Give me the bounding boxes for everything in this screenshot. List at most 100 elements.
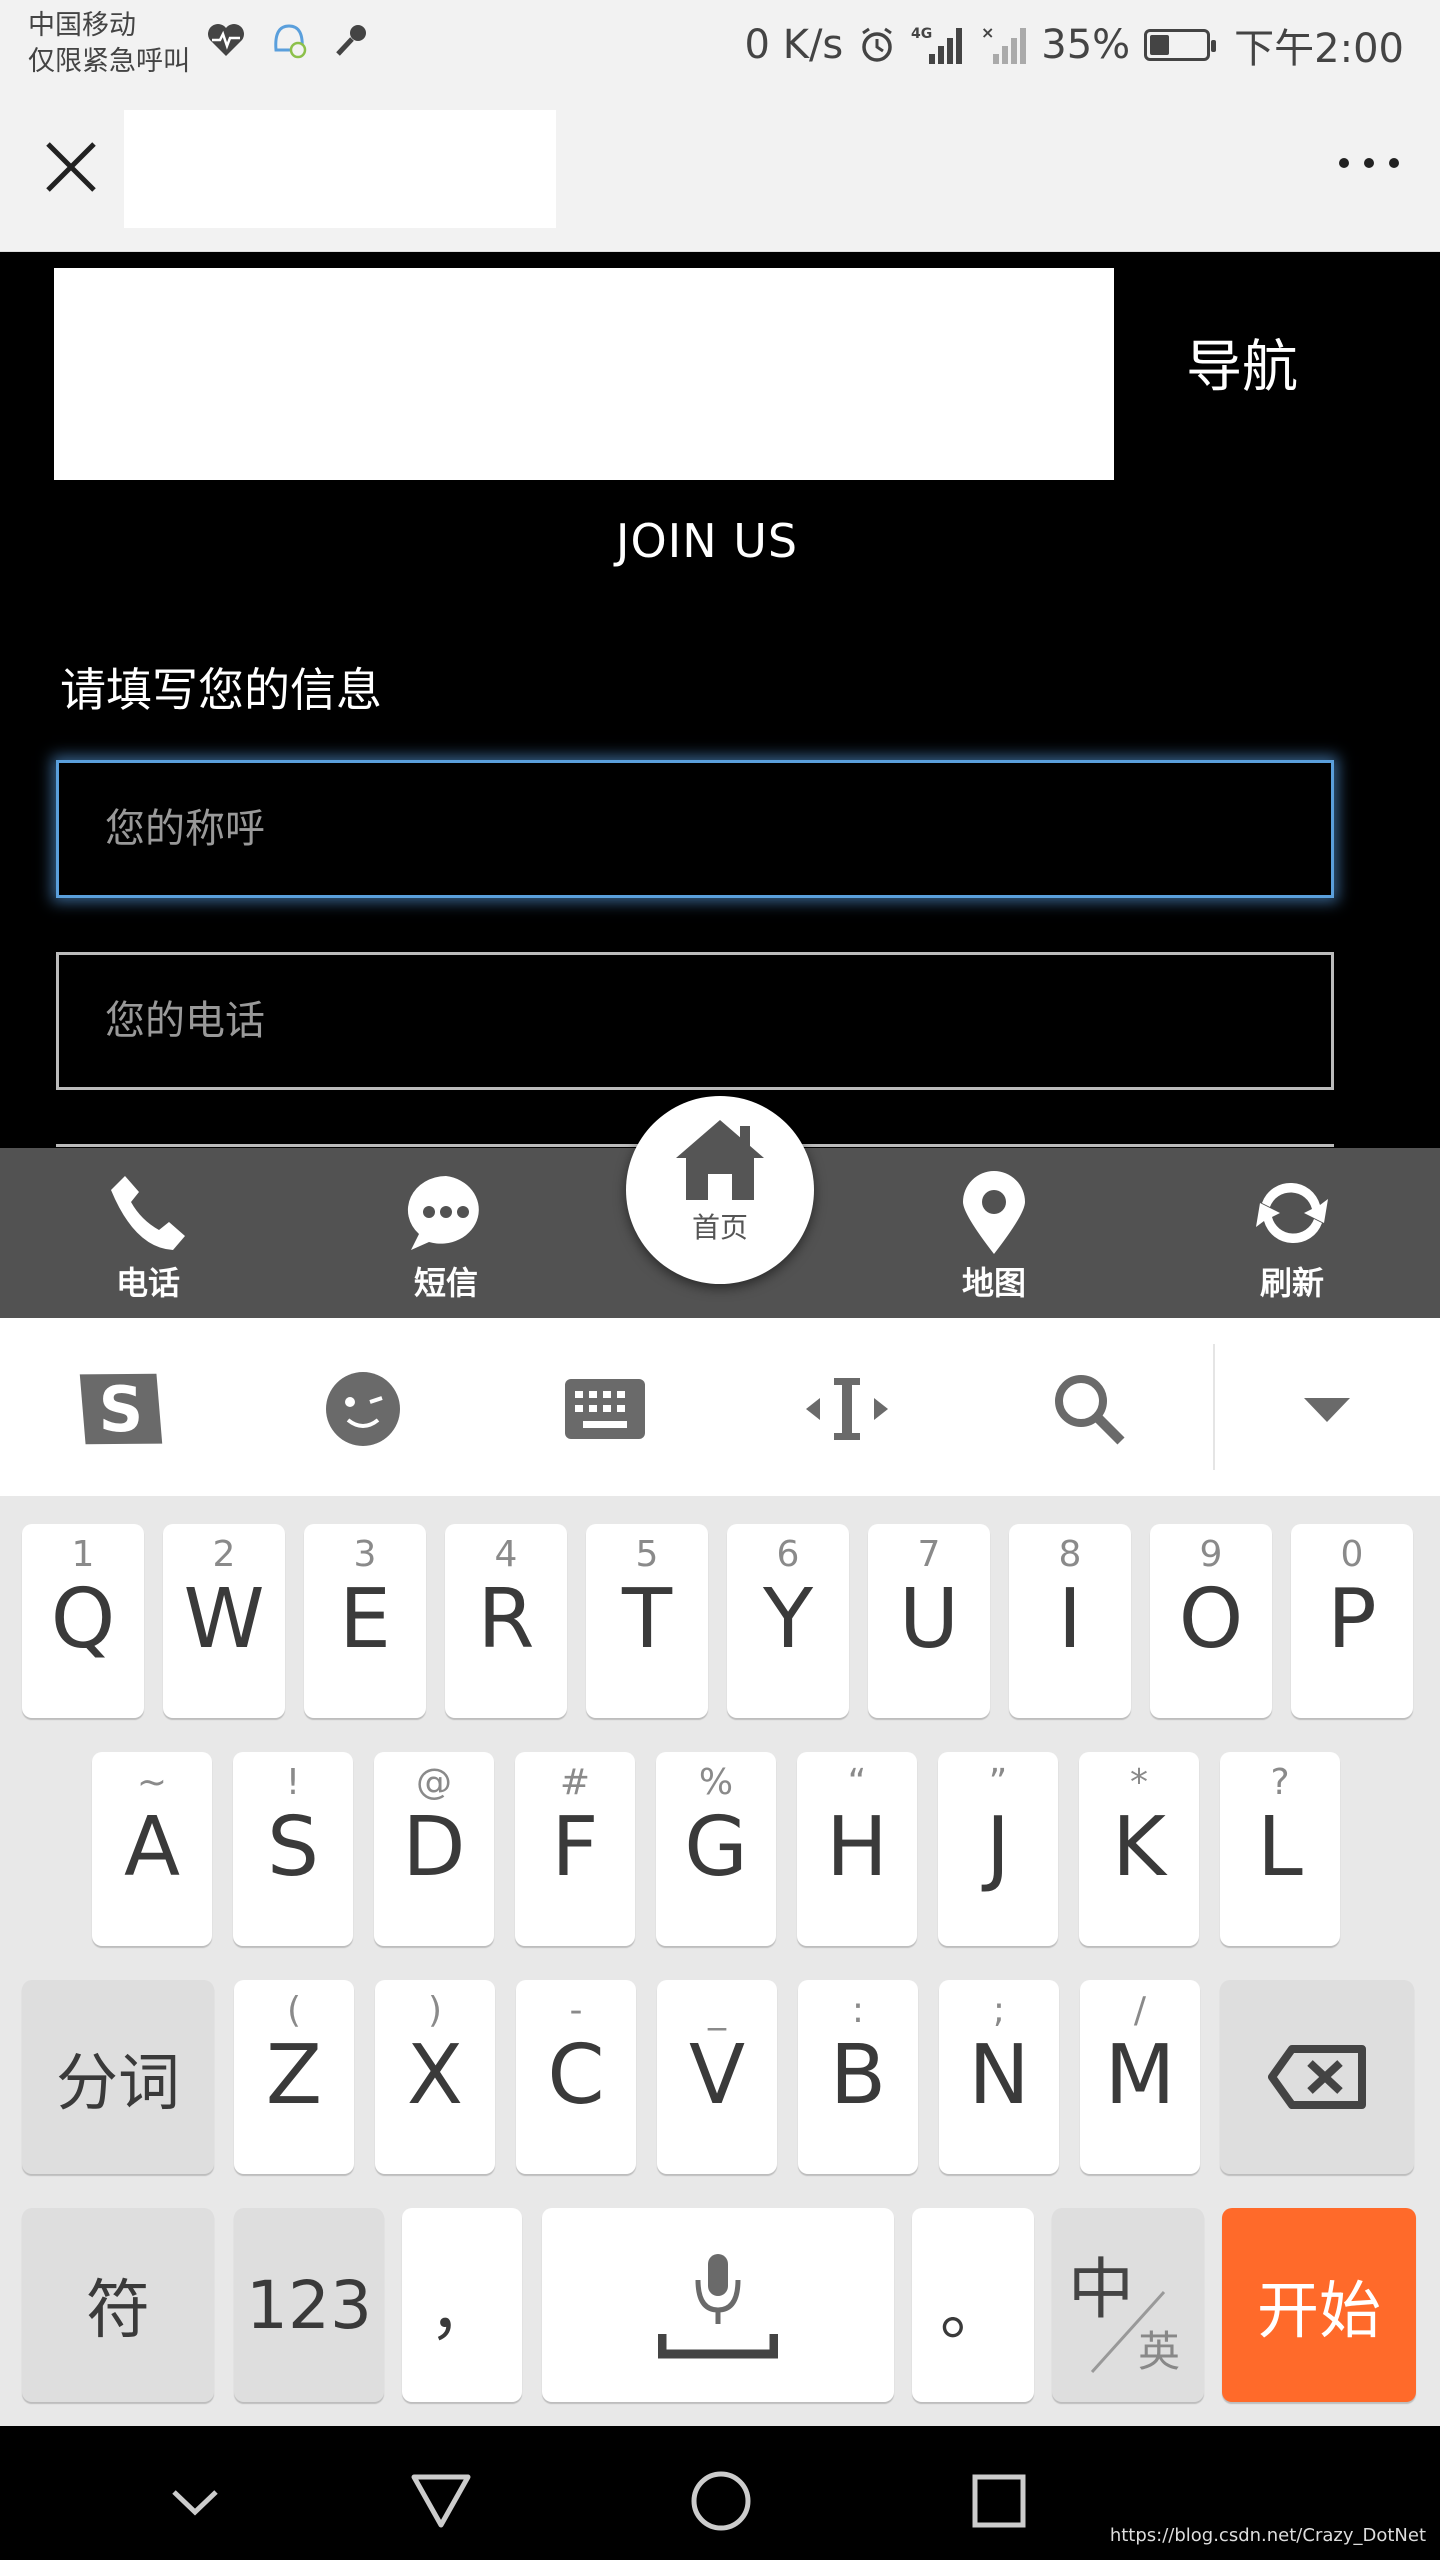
web-page: 导航 JOIN US 请填写您的信息 您的称呼 您的电话 (0, 252, 1440, 1148)
key-b[interactable]: :B (798, 1980, 918, 2174)
key-l[interactable]: ? L (1220, 1752, 1340, 1946)
key-v[interactable]: _ V (657, 1980, 777, 2174)
key-main-label: G (684, 1800, 748, 1895)
nav-phone[interactable]: 电话 (58, 1168, 238, 1304)
nav-sms[interactable]: 短信 (356, 1168, 536, 1304)
key-g[interactable]: % G (656, 1752, 776, 1946)
form-title: 请填写您的信息 (60, 663, 382, 717)
carrier-info: 中国移动 仅限紧急呼叫 (28, 8, 190, 80)
key-sub-label: _ (708, 1990, 726, 2031)
name-input[interactable]: 您的称呼 (56, 760, 1334, 898)
key-sub-label: ? (1270, 1762, 1290, 1803)
key-j[interactable]: ” J (938, 1752, 1058, 1946)
key-i[interactable]: 8I (1009, 1524, 1131, 1718)
key-m[interactable]: / M (1080, 1980, 1200, 2174)
phone-input[interactable]: 您的电话 (56, 952, 1334, 1090)
key-h[interactable]: “H (797, 1752, 917, 1946)
hide-keyboard-button[interactable] (1272, 1354, 1382, 1464)
key-main-label: Z (265, 2028, 323, 2123)
key-k[interactable]: * K (1079, 1752, 1199, 1946)
carrier-name: 中国移动 (28, 10, 136, 41)
key-symbols[interactable]: 符 (22, 2208, 214, 2402)
key-sub-label: 1 (71, 1534, 95, 1575)
chevron-down-icon (1304, 1398, 1350, 1422)
cursor-move-button[interactable] (792, 1354, 902, 1464)
key-sub-label: - (569, 1990, 583, 2031)
key-comma[interactable]: ， (402, 2208, 522, 2402)
lang-slash-icon (1090, 2290, 1166, 2374)
home-circle-icon (691, 2471, 751, 2531)
key-sub-label: @ (416, 1762, 452, 1803)
backspace-icon (1268, 2045, 1366, 2109)
key-sub-label: % (698, 1762, 734, 1803)
key-sub-label: * (1130, 1762, 1148, 1803)
key-y[interactable]: 6Y (727, 1524, 849, 1718)
key-go-label: 开始 (1256, 2274, 1381, 2347)
sogou-logo-button[interactable]: S (66, 1354, 176, 1464)
key-go[interactable]: 开始 (1222, 2208, 1416, 2402)
key-space[interactable] (542, 2208, 894, 2402)
key-u[interactable]: 7U (868, 1524, 990, 1718)
key-segment[interactable]: 分词 (22, 1980, 214, 2174)
sms-bubble-icon (407, 1175, 479, 1250)
emoji-button[interactable] (308, 1354, 418, 1464)
key-period-label: 。 (940, 2272, 1006, 2349)
key-main-label: P (1327, 1572, 1377, 1667)
key-main-label: Q (50, 1572, 116, 1667)
key-sub-label: ” (988, 1762, 1008, 1803)
key-q[interactable]: 1Q (22, 1524, 144, 1718)
key-lang-switch[interactable]: 中 英 (1052, 2208, 1204, 2402)
key-main-label: R (477, 1572, 535, 1667)
key-sub-label: / (1133, 1990, 1147, 2031)
key-sub-label: : (851, 1990, 865, 2031)
key-period[interactable]: 。 (912, 2208, 1034, 2402)
sys-collapse-button[interactable] (160, 2466, 230, 2536)
svg-text:4G: 4G (911, 26, 932, 42)
more-options-button[interactable] (1334, 146, 1404, 196)
site-logo-redacted (54, 268, 1114, 480)
key-t[interactable]: 5T (586, 1524, 708, 1718)
nav-menu-link[interactable]: 导航 (1186, 322, 1298, 403)
key-o[interactable]: 9O (1150, 1524, 1272, 1718)
nav-refresh[interactable]: 刷新 (1202, 1168, 1382, 1304)
key-d[interactable]: @ D (374, 1752, 494, 1946)
ime-toolbar: S (0, 1318, 1440, 1496)
key-sub-label: 4 (494, 1534, 518, 1575)
nav-map[interactable]: 地图 (904, 1168, 1084, 1304)
key-n[interactable]: ; N (939, 1980, 1059, 2174)
sys-home-button[interactable] (686, 2466, 756, 2536)
key-main-label: K (1112, 1800, 1166, 1895)
key-sub-label: 5 (635, 1534, 659, 1575)
key-x[interactable]: ) X (375, 1980, 495, 2174)
key-backspace[interactable] (1220, 1980, 1414, 2174)
emoji-wink-icon (326, 1372, 400, 1446)
key-f[interactable]: # F (515, 1752, 635, 1946)
map-pin-icon (963, 1171, 1025, 1254)
nav-refresh-label: 刷新 (1259, 1264, 1324, 1302)
key-sub-label: ; (992, 1990, 1006, 2031)
sys-back-button[interactable] (406, 2466, 476, 2536)
signal-none-icon: × (981, 24, 1027, 64)
keyboard-switch-button[interactable] (550, 1354, 660, 1464)
nav-home-label: 首页 (691, 1211, 748, 1244)
sogou-logo-icon: S (79, 1373, 163, 1446)
key-z[interactable]: (Z (234, 1980, 354, 2174)
close-icon[interactable] (36, 132, 106, 202)
sys-recents-button[interactable] (964, 2466, 1034, 2536)
key-numbers[interactable]: 123 (234, 2208, 384, 2402)
key-w[interactable]: 2W (163, 1524, 285, 1718)
key-s[interactable]: ! S (233, 1752, 353, 1946)
key-c[interactable]: -C (516, 1980, 636, 2174)
key-a[interactable]: ~ A (92, 1752, 212, 1946)
search-button[interactable] (1034, 1354, 1144, 1464)
key-main-label: M (1104, 2028, 1176, 2123)
key-r[interactable]: 4R (445, 1524, 567, 1718)
key-p[interactable]: 0P (1291, 1524, 1413, 1718)
app-bar (0, 88, 1440, 252)
key-sub-label: ! (285, 1762, 301, 1803)
nav-home-button[interactable]: 首页 (626, 1096, 814, 1284)
key-main-label: T (621, 1572, 673, 1667)
key-e[interactable]: 3E (304, 1524, 426, 1718)
status-bar: 中国移动 仅限紧急呼叫 0 K/s 4G × 35% 下午2:00 (0, 0, 1440, 88)
key-sub-label: 7 (917, 1534, 941, 1575)
